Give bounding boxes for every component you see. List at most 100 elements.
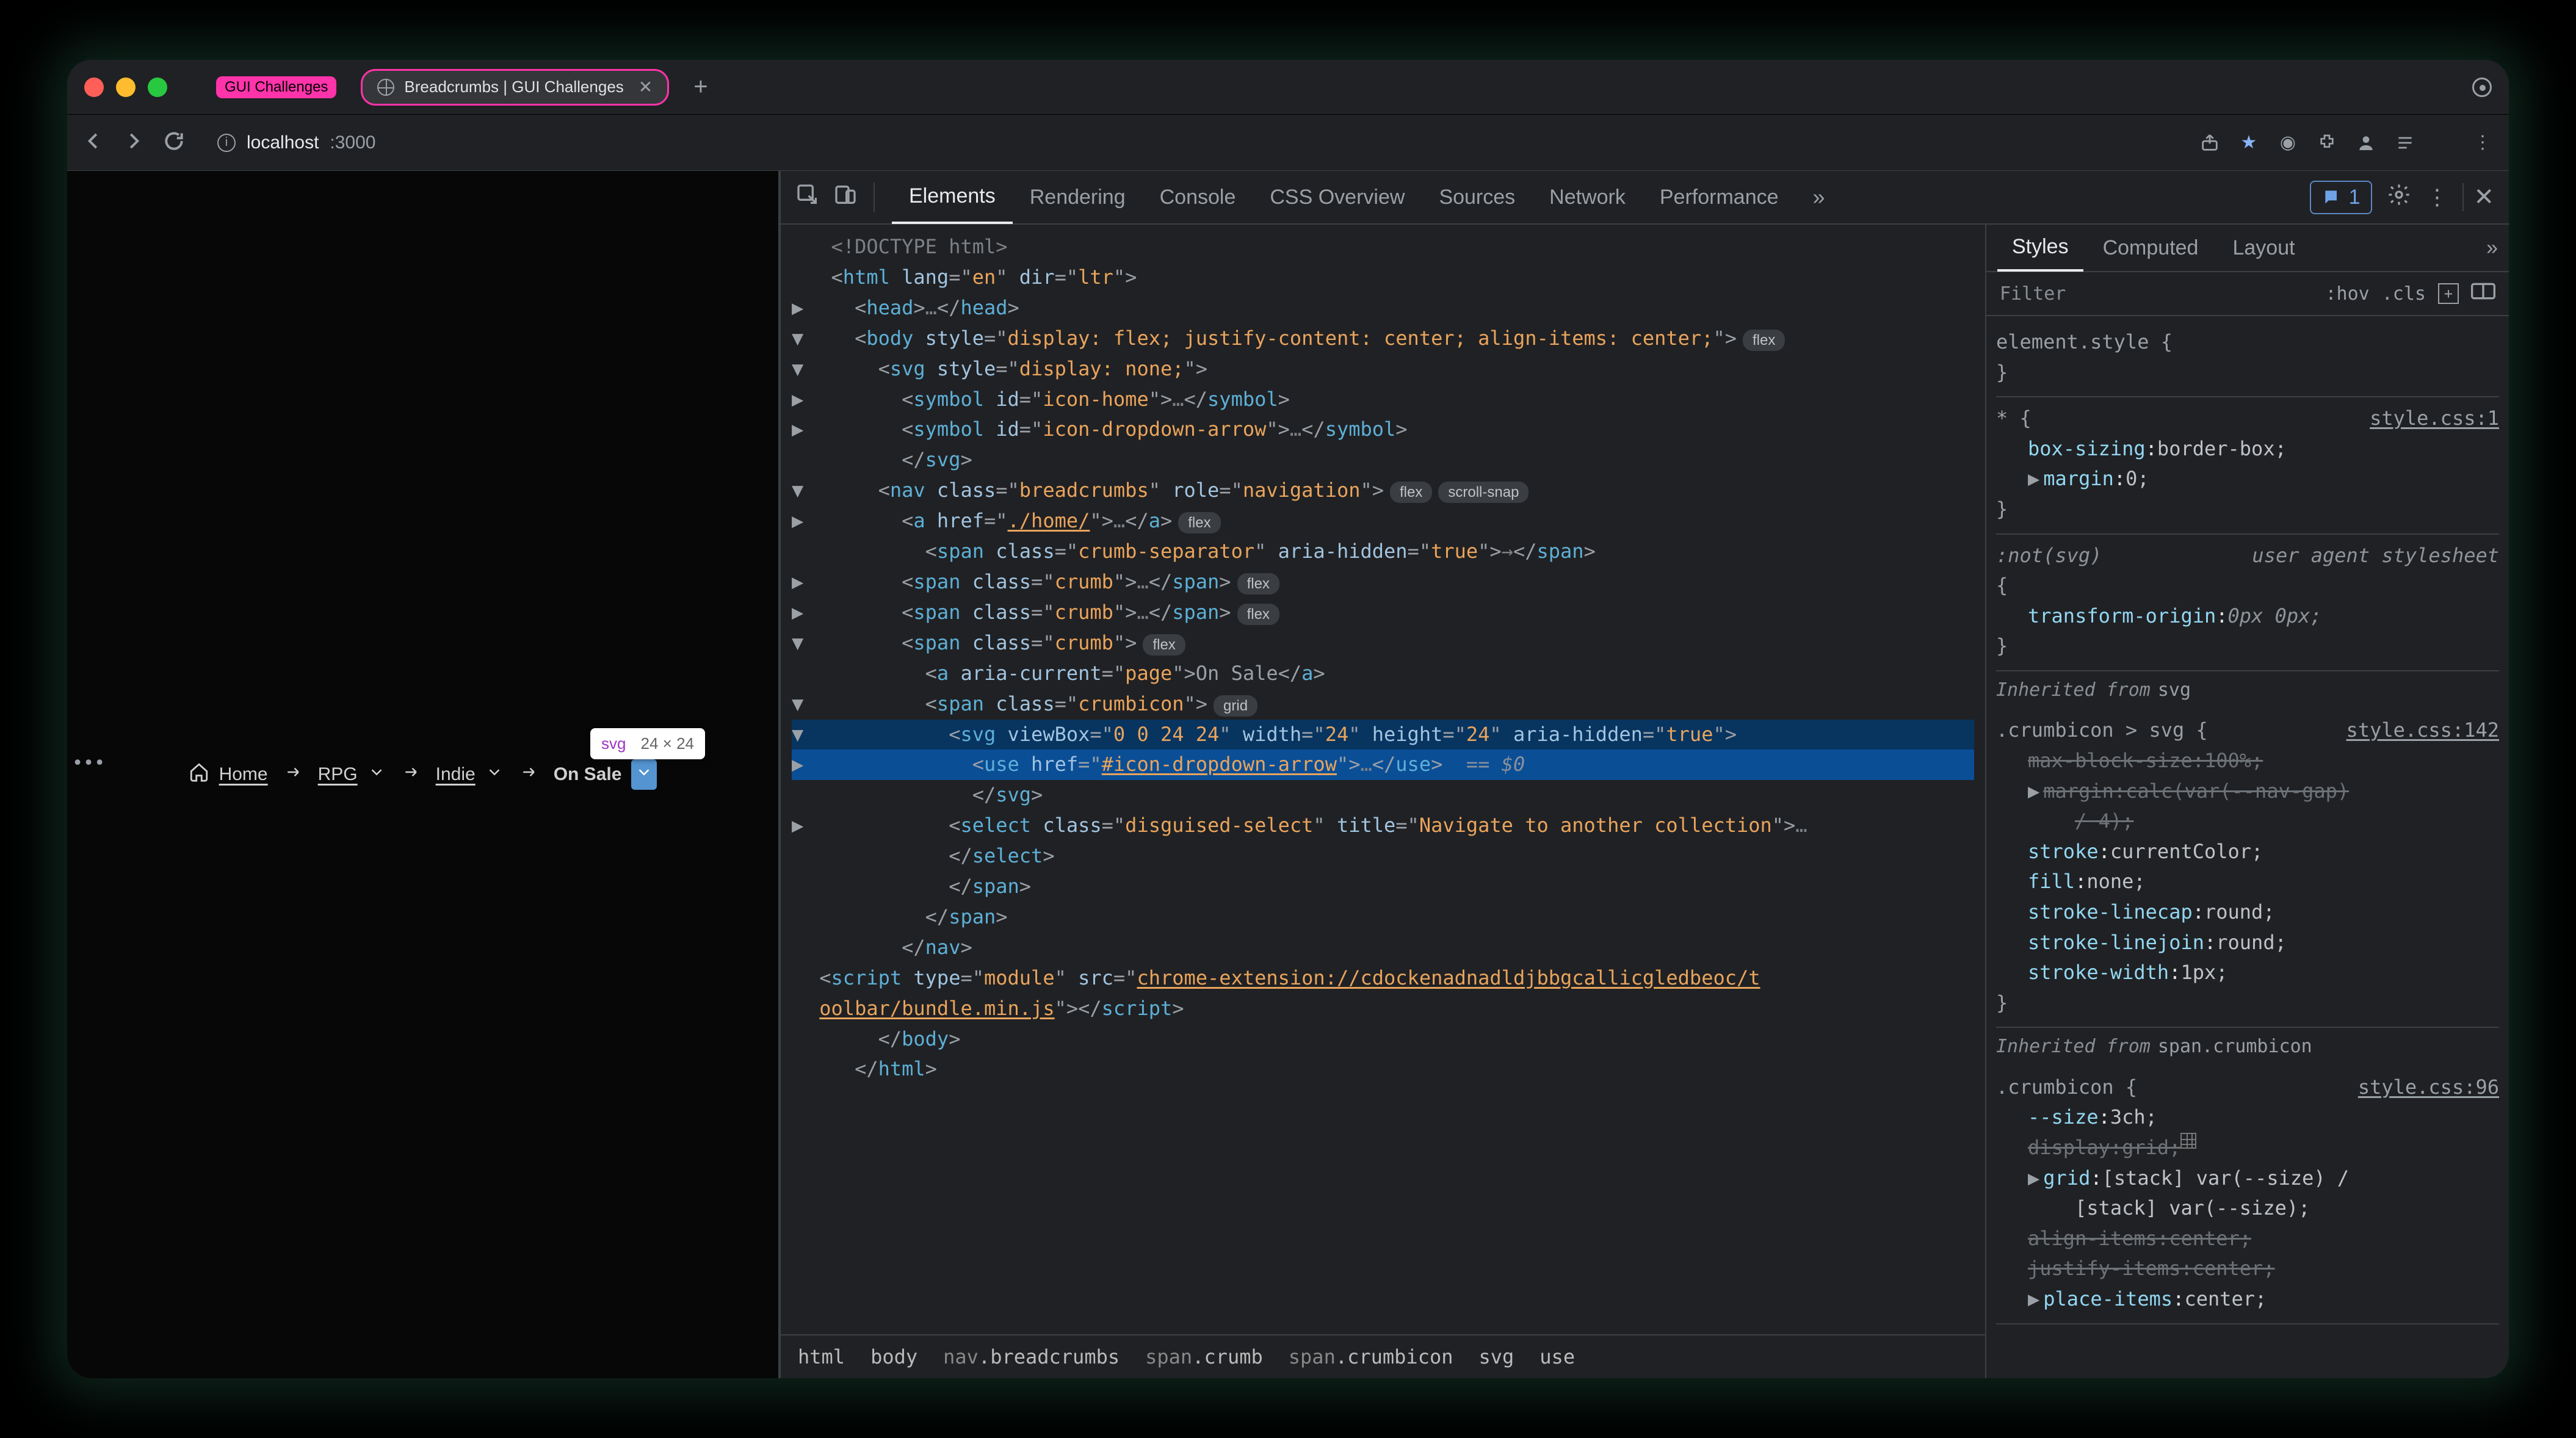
chevron-down-icon[interactable]	[485, 763, 504, 786]
close-devtools-icon[interactable]: ✕	[2462, 183, 2494, 211]
dom-line[interactable]: </span>	[792, 902, 1974, 933]
more-styles-tabs-icon[interactable]: »	[2486, 236, 2498, 260]
titlebar: GUI Challenges Breadcrumbs | GUI Challen…	[67, 60, 2509, 115]
dom-line[interactable]: </span>	[792, 872, 1974, 902]
dom-crumb[interactable]: span.crumb	[1145, 1345, 1263, 1368]
styles-filter-input[interactable]: Filter	[2000, 283, 2314, 305]
minimize-window-button[interactable]	[116, 78, 136, 97]
dom-line[interactable]: ▶ <symbol id="icon-home">…</symbol>	[792, 385, 1974, 415]
dom-line[interactable]: ▶ <span class="crumb">…</span>flex	[792, 567, 1974, 598]
dom-line[interactable]: <!DOCTYPE html>	[792, 232, 1974, 262]
styles-rules[interactable]: element.style {}* {style.css:1box-sizing…	[1986, 316, 2509, 1378]
browser-menu-icon[interactable]: ⋮	[2472, 132, 2494, 154]
more-tabs-icon[interactable]: »	[1801, 184, 1837, 210]
dom-crumb[interactable]: span.crumbicon	[1289, 1345, 1453, 1368]
styles-tab-layout[interactable]: Layout	[2218, 224, 2309, 272]
profile-icon[interactable]	[2355, 132, 2377, 154]
devtools-tab-css-overview[interactable]: CSS Overview	[1253, 170, 1422, 224]
devtools-tab-console[interactable]: Console	[1143, 170, 1253, 224]
dom-crumb[interactable]: use	[1539, 1345, 1575, 1368]
cls-toggle[interactable]: .cls	[2382, 283, 2426, 305]
reading-list-icon[interactable]	[2394, 132, 2416, 154]
dom-tree[interactable]: <!DOCTYPE html> <html lang="en" dir="ltr…	[781, 225, 1985, 1334]
css-rule[interactable]: :not(svg)user agent stylesheet{transform…	[1996, 535, 2499, 671]
issues-badge[interactable]: 1	[2310, 181, 2373, 214]
address-bar[interactable]: i localhost:3000	[203, 122, 2182, 164]
settings-gear-icon[interactable]	[2387, 182, 2411, 212]
dom-line[interactable]: ▶ <a href="./home/">…</a>flex	[792, 506, 1974, 537]
chevron-down-icon[interactable]	[631, 759, 657, 790]
computed-toggle-icon[interactable]	[2471, 281, 2495, 306]
dom-line[interactable]: ▼ <svg viewBox="0 0 24 24" width="24" he…	[792, 720, 1974, 750]
dom-breadcrumbs[interactable]: html body nav.breadcrumbs span.crumb span.cr…	[781, 1334, 1985, 1378]
dom-line[interactable]: ▶ <symbol id="icon-dropdown-arrow">…</sy…	[792, 414, 1974, 445]
dom-line[interactable]: <script type="module" src="chrome-extens…	[792, 963, 1974, 1024]
breadcrumb-item[interactable]: Indie	[436, 763, 504, 786]
dom-line[interactable]: </svg>	[792, 780, 1974, 811]
css-rule[interactable]: .crumbicon > svg {style.css:142max-block…	[1996, 709, 2499, 1028]
dom-line[interactable]: </select>	[792, 841, 1974, 872]
dom-line[interactable]: ▼ <svg style="display: none;">	[792, 354, 1974, 385]
dom-line[interactable]: <span class="crumb-separator" aria-hidde…	[792, 537, 1974, 567]
home-icon	[189, 762, 209, 787]
dom-line[interactable]: </html>	[792, 1054, 1974, 1085]
content-area: svg 24 × 24 Home RPG Indie	[67, 171, 2509, 1378]
breadcrumb-home-link[interactable]: Home	[219, 764, 268, 785]
forward-button[interactable]	[122, 129, 145, 156]
share-icon[interactable]	[2199, 132, 2221, 154]
dom-line[interactable]: </nav>	[792, 933, 1974, 963]
inspect-icon[interactable]	[795, 182, 820, 212]
dom-line[interactable]: </svg>	[792, 445, 1974, 475]
dom-crumb[interactable]: body	[870, 1345, 917, 1368]
devtools-tab-elements[interactable]: Elements	[892, 170, 1013, 224]
dom-line[interactable]: ▼ <nav class="breadcrumbs" role="navigat…	[792, 475, 1974, 506]
dom-crumb[interactable]: nav.breadcrumbs	[943, 1345, 1120, 1368]
close-tab-icon[interactable]: ✕	[639, 77, 653, 97]
dom-line[interactable]: •••▶ <use href="#icon-dropdown-arrow">…<…	[792, 750, 1974, 780]
browser-tab-inactive[interactable]: GUI Challenges	[201, 69, 351, 106]
breadcrumb-home[interactable]: Home	[189, 762, 268, 787]
extension-icon-2[interactable]	[2433, 132, 2455, 154]
styles-tab-styles[interactable]: Styles	[1997, 224, 2083, 272]
close-window-button[interactable]	[84, 78, 104, 97]
dom-crumb[interactable]: svg	[1478, 1345, 1514, 1368]
dom-line[interactable]: ▼ <span class="crumbicon">grid	[792, 689, 1974, 720]
breadcrumb-item[interactable]: RPG	[318, 763, 386, 786]
devtools-tab-performance[interactable]: Performance	[1643, 170, 1796, 224]
dom-line[interactable]: ▼ <span class="crumb">flex	[792, 628, 1974, 659]
url-host: localhost	[247, 132, 319, 153]
device-icon[interactable]	[833, 182, 858, 212]
css-rule[interactable]: .crumbicon {style.css:96--size: 3ch;disp…	[1996, 1066, 2499, 1324]
chevron-down-icon[interactable]	[367, 763, 386, 786]
devtools-tab-rendering[interactable]: Rendering	[1013, 170, 1143, 224]
hov-toggle[interactable]: :hov	[2326, 283, 2370, 305]
devtools-tab-sources[interactable]: Sources	[1422, 170, 1532, 224]
dom-line[interactable]: ▶ <span class="crumb">…</span>flex	[792, 598, 1974, 628]
browser-tab-active[interactable]: Breadcrumbs | GUI Challenges ✕	[361, 69, 669, 106]
maximize-window-button[interactable]	[148, 78, 167, 97]
reload-button[interactable]	[162, 129, 186, 156]
cast-icon[interactable]	[2472, 78, 2492, 97]
bookmark-star-icon[interactable]: ★	[2238, 132, 2260, 154]
site-info-icon[interactable]: i	[217, 134, 236, 152]
css-rule[interactable]: element.style {}	[1996, 321, 2499, 397]
dom-line[interactable]: </body>	[792, 1024, 1974, 1055]
breadcrumb-link[interactable]: Indie	[436, 764, 476, 785]
css-rule[interactable]: * {style.css:1box-sizing: border-box;▶ma…	[1996, 397, 2499, 534]
dom-line[interactable]: ▶ <head>…</head>	[792, 293, 1974, 323]
back-button[interactable]	[82, 129, 105, 156]
devtools-menu-icon[interactable]: ⋮	[2426, 184, 2448, 210]
devtools-panel: ElementsRenderingConsoleCSS OverviewSour…	[778, 171, 2509, 1378]
new-rule-icon[interactable]: +	[2438, 283, 2459, 304]
new-tab-button[interactable]: +	[679, 73, 722, 101]
dom-line[interactable]: <a aria-current="page">On Sale</a>	[792, 659, 1974, 689]
extension-icon-1[interactable]: ◉	[2277, 132, 2299, 154]
extensions-icon[interactable]	[2316, 132, 2338, 154]
devtools-tab-network[interactable]: Network	[1532, 170, 1643, 224]
dom-line[interactable]: ▼ <body style="display: flex; justify-co…	[792, 323, 1974, 354]
dom-crumb[interactable]: html	[798, 1345, 845, 1368]
dom-line[interactable]: <html lang="en" dir="ltr">	[792, 262, 1974, 293]
dom-line[interactable]: ▶ <select class="disguised-select" title…	[792, 811, 1974, 841]
styles-tab-computed[interactable]: Computed	[2088, 224, 2213, 272]
breadcrumb-link[interactable]: RPG	[318, 764, 358, 785]
